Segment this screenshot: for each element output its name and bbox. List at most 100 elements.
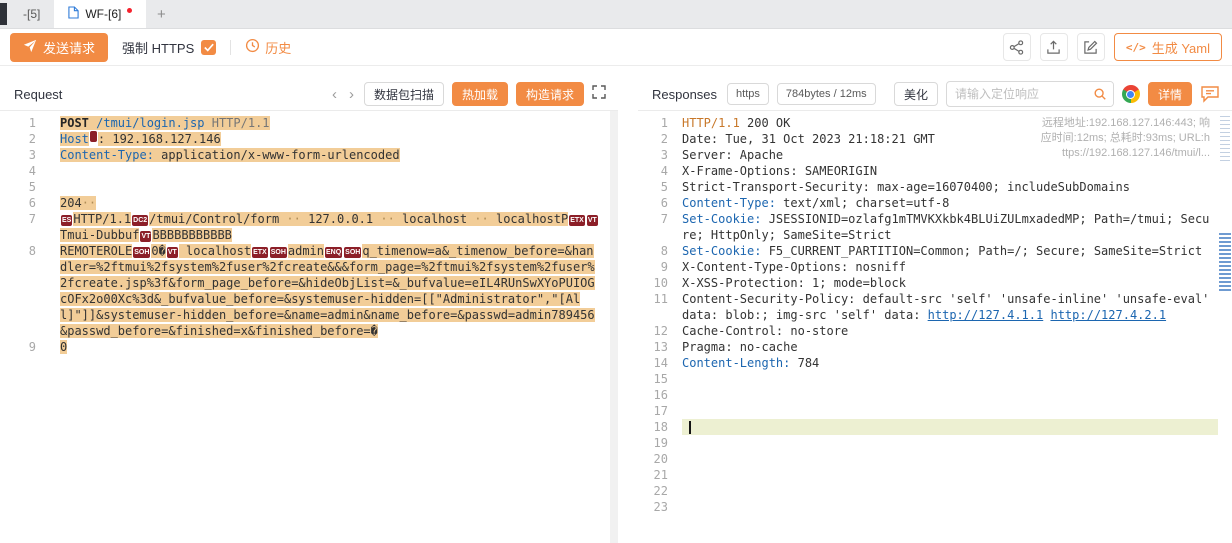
code-line[interactable]: 90 bbox=[0, 339, 610, 355]
code-segment: Content-Type: bbox=[682, 196, 776, 210]
file-icon bbox=[68, 6, 79, 22]
generate-yaml-button[interactable]: </> 生成 Yaml bbox=[1114, 33, 1222, 61]
request-editor[interactable]: 1POST /tmui/login.jsp HTTP/1.12Host: 192… bbox=[0, 111, 610, 543]
code-line[interactable]: 2Host: 192.168.127.146 bbox=[0, 131, 610, 147]
edit-icon bbox=[1083, 40, 1098, 55]
code-line[interactable]: 14Content-Length: 784 bbox=[638, 355, 1232, 371]
force-https-checkbox[interactable] bbox=[201, 40, 216, 55]
request-scrollbar[interactable] bbox=[610, 111, 618, 543]
search-icon bbox=[1093, 87, 1107, 101]
code-text: Date: Tue, 31 Oct 2023 21:18:21 GMT bbox=[682, 131, 1232, 147]
code-line[interactable]: 20 bbox=[638, 451, 1232, 467]
hot-reload-button[interactable]: 热加载 bbox=[452, 82, 508, 106]
code-line[interactable]: 12Cache-Control: no-store bbox=[638, 323, 1232, 339]
beautify-button[interactable]: 美化 bbox=[894, 82, 938, 106]
code-line[interactable]: 6Content-Type: text/xml; charset=utf-8 bbox=[638, 195, 1232, 211]
code-line[interactable]: 4X-Frame-Options: SAMEORIGIN bbox=[638, 163, 1232, 179]
code-text: POST /tmui/login.jsp HTTP/1.1 bbox=[60, 115, 610, 131]
code-line[interactable]: 5 bbox=[0, 179, 610, 195]
edit-button[interactable] bbox=[1077, 33, 1105, 61]
control-char-badge bbox=[90, 131, 97, 142]
fullscreen-icon[interactable] bbox=[592, 85, 606, 104]
line-number: 10 bbox=[638, 275, 682, 291]
search-input[interactable] bbox=[947, 87, 1087, 101]
code-segment: ·· bbox=[82, 196, 96, 210]
annotation-button[interactable] bbox=[1200, 84, 1220, 104]
history-button[interactable]: 历史 bbox=[245, 38, 291, 57]
toolbar: 发送请求 强制 HTTPS 历史 </> bbox=[0, 29, 1232, 66]
code-text: Content-Type: application/x-www-form-url… bbox=[60, 147, 610, 163]
chevron-right-icon[interactable]: › bbox=[347, 87, 356, 102]
panel-splitter[interactable] bbox=[618, 66, 638, 543]
code-segment: Server: Apache bbox=[682, 148, 783, 162]
code-text: Set-Cookie: F5_CURRENT_PARTITION=Common;… bbox=[682, 243, 1232, 259]
code-segment: X-Content-Type-Options: nosniff bbox=[682, 260, 906, 274]
share-button[interactable] bbox=[1003, 33, 1031, 61]
response-editor[interactable]: 1HTTP/1.1 200 OK2Date: Tue, 31 Oct 2023 … bbox=[638, 111, 1232, 543]
code-line[interactable]: 19 bbox=[638, 435, 1232, 451]
code-line[interactable]: 3Content-Type: application/x-www-form-ur… bbox=[0, 147, 610, 163]
code-line[interactable]: 3Server: Apache bbox=[638, 147, 1232, 163]
code-text: 0 bbox=[60, 339, 610, 355]
code-line[interactable]: 11Content-Security-Policy: default-src '… bbox=[638, 291, 1232, 323]
paper-plane-icon bbox=[23, 39, 37, 56]
code-line[interactable]: 4 bbox=[0, 163, 610, 179]
code-text: X-XSS-Protection: 1; mode=block bbox=[682, 275, 1232, 291]
code-line[interactable]: 1HTTP/1.1 200 OK bbox=[638, 115, 1232, 131]
code-text: ESHTTP/1.1DC2/tmui/Control/form ·· 127.0… bbox=[60, 211, 610, 243]
generate-yaml-label: 生成 Yaml bbox=[1152, 38, 1210, 57]
code-text bbox=[60, 179, 610, 195]
new-tab-button[interactable]: + bbox=[146, 0, 176, 28]
line-number: 18 bbox=[638, 419, 682, 435]
export-button[interactable] bbox=[1040, 33, 1068, 61]
code-line[interactable]: 17 bbox=[638, 403, 1232, 419]
tab-current[interactable]: WF-[6] bbox=[54, 0, 146, 28]
code-line[interactable]: 23 bbox=[638, 499, 1232, 515]
minimap[interactable] bbox=[1218, 111, 1232, 543]
code-line[interactable]: 16 bbox=[638, 387, 1232, 403]
code-line[interactable]: 15 bbox=[638, 371, 1232, 387]
code-line[interactable]: 2Date: Tue, 31 Oct 2023 21:18:21 GMT bbox=[638, 131, 1232, 147]
construct-request-button[interactable]: 构造请求 bbox=[516, 82, 584, 106]
response-header-controls: 美化 详情 bbox=[894, 81, 1220, 107]
send-request-button[interactable]: 发送请求 bbox=[10, 33, 108, 62]
request-editor-wrap: 1POST /tmui/login.jsp HTTP/1.12Host: 192… bbox=[0, 111, 618, 543]
code-text bbox=[682, 435, 1232, 451]
detail-button[interactable]: 详情 bbox=[1148, 82, 1192, 106]
line-number: 1 bbox=[638, 115, 682, 131]
chevron-left-icon[interactable]: ‹ bbox=[330, 87, 339, 102]
request-panel: Request ‹ › 数据包扫描 热加载 构造请求 1POST /tmui/l… bbox=[0, 66, 618, 543]
code-segment: Set-Cookie: bbox=[682, 212, 761, 226]
line-number: 12 bbox=[638, 323, 682, 339]
code-segment: application/x-www-form-urlencoded bbox=[154, 148, 400, 162]
code-line[interactable]: 10X-XSS-Protection: 1; mode=block bbox=[638, 275, 1232, 291]
response-panel: Responses https 784bytes / 12ms 美化 详情 bbox=[638, 66, 1232, 543]
code-line[interactable]: 18 bbox=[638, 419, 1232, 435]
code-line[interactable]: 8Set-Cookie: F5_CURRENT_PARTITION=Common… bbox=[638, 243, 1232, 259]
code-line[interactable]: 5Strict-Transport-Security: max-age=1607… bbox=[638, 179, 1232, 195]
code-line[interactable]: 22 bbox=[638, 483, 1232, 499]
tab-label: WF-[6] bbox=[85, 7, 121, 21]
control-char-badge: VT bbox=[167, 247, 178, 258]
code-line[interactable]: 13Pragma: no-cache bbox=[638, 339, 1232, 355]
packet-scan-button[interactable]: 数据包扫描 bbox=[364, 82, 444, 106]
code-line[interactable]: 1POST /tmui/login.jsp HTTP/1.1 bbox=[0, 115, 610, 131]
search-button[interactable] bbox=[1087, 82, 1113, 106]
code-text bbox=[682, 483, 1232, 499]
code-line[interactable]: 7Set-Cookie: JSESSIONID=ozlafg1mTMVKXkbk… bbox=[638, 211, 1232, 243]
code-text: Pragma: no-cache bbox=[682, 339, 1232, 355]
control-char-badge: DC2 bbox=[132, 215, 148, 226]
code-segment: HTTP/1.1 bbox=[205, 116, 270, 130]
control-char-badge: ES bbox=[61, 215, 72, 226]
chrome-icon[interactable] bbox=[1122, 85, 1140, 103]
tab-prev[interactable]: -[5] bbox=[9, 0, 54, 28]
code-line[interactable]: 21 bbox=[638, 467, 1232, 483]
code-text bbox=[682, 371, 1232, 387]
code-line[interactable]: 7ESHTTP/1.1DC2/tmui/Control/form ·· 127.… bbox=[0, 211, 610, 243]
code-line[interactable]: 6204·· bbox=[0, 195, 610, 211]
line-number: 6 bbox=[0, 195, 60, 211]
toolbar-divider bbox=[230, 40, 231, 55]
line-number: 1 bbox=[0, 115, 60, 131]
code-line[interactable]: 8REMOTEROLESOH0�VT localhostETXSOHadminE… bbox=[0, 243, 610, 339]
code-line[interactable]: 9X-Content-Type-Options: nosniff bbox=[638, 259, 1232, 275]
